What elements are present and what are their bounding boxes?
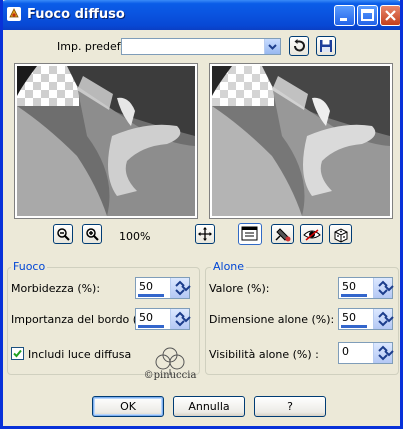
edge-preset-arrow-icon[interactable]: [180, 312, 192, 326]
maximize-button[interactable]: [357, 5, 378, 26]
save-preset-button[interactable]: [316, 36, 336, 56]
watermark-text: ©pinuccia: [144, 370, 197, 381]
floppy-disk-icon: [320, 40, 332, 52]
zoom-in-icon: [86, 228, 99, 241]
softness-slider-bar[interactable]: [138, 294, 164, 297]
alone-group-title: Alone: [211, 260, 247, 273]
close-icon: [385, 10, 396, 21]
random-settings-button[interactable]: [329, 224, 352, 244]
cancel-button[interactable]: Annulla: [173, 396, 245, 417]
halo-value-preset-arrow-icon[interactable]: [383, 281, 395, 295]
edge-value: 50: [139, 311, 153, 324]
softness-value: 50: [139, 280, 153, 293]
halo-visibility-label: Visibilità alone (%) :: [209, 348, 319, 361]
checkmark-icon: [13, 349, 22, 358]
edge-slider-bar[interactable]: [138, 325, 164, 328]
title-bar[interactable]: Fuoco diffuso: [3, 0, 400, 30]
halo-visibility-preset-arrow-icon[interactable]: [383, 346, 395, 360]
reset-preset-button[interactable]: [289, 36, 309, 56]
result-preview-image: [212, 66, 390, 216]
dialog-window: Fuoco diffuso Imp. predef.: 100% Fuoco M…: [0, 0, 403, 429]
original-preview[interactable]: [14, 63, 198, 219]
softness-label: Morbidezza (%):: [11, 282, 101, 295]
edge-label: Importanza del bordo (%):: [11, 313, 156, 326]
softness-preset-arrow-icon[interactable]: [180, 281, 192, 295]
preview-list-icon: [241, 226, 258, 241]
undo-arrow-icon: [294, 39, 305, 52]
presets-label: Imp. predef.:: [57, 40, 127, 53]
eye-icon: [303, 229, 321, 241]
watermark-logo: ©pinuccia: [144, 347, 197, 381]
halo-size-preset-arrow-icon[interactable]: [383, 312, 395, 326]
dice-icon: [334, 228, 348, 243]
close-button[interactable]: [380, 5, 400, 26]
presets-dropdown[interactable]: [121, 38, 281, 55]
halo-value-label: Valore (%):: [209, 282, 270, 295]
preview-on-image-button[interactable]: [300, 224, 323, 244]
include-diffuse-label[interactable]: Includi luce diffusa: [28, 348, 131, 361]
maximize-icon: [361, 9, 374, 21]
chevron-down-icon: [268, 44, 277, 50]
minimize-button[interactable]: [334, 5, 355, 26]
halo-size-value: 50: [342, 311, 356, 324]
halo-value: 50: [342, 280, 356, 293]
zoom-out-button[interactable]: [53, 224, 73, 244]
ok-button[interactable]: OK: [92, 396, 164, 417]
randomize-button[interactable]: [271, 224, 294, 244]
minimize-icon: [340, 18, 347, 21]
halo-value-slider-bar[interactable]: [341, 294, 367, 297]
help-button[interactable]: ?: [254, 396, 326, 417]
eye-dropper-icon: [275, 228, 291, 242]
app-icon: [7, 7, 21, 21]
zoom-level: 100%: [119, 230, 151, 243]
result-preview[interactable]: [209, 63, 393, 219]
pan-button[interactable]: [195, 224, 215, 244]
halo-size-slider-bar[interactable]: [341, 325, 367, 328]
halo-visibility-value: 0: [342, 345, 349, 358]
original-preview-image: [17, 66, 195, 216]
include-diffuse-checkbox[interactable]: [11, 347, 24, 360]
window-title: Fuoco diffuso: [27, 7, 125, 22]
zoom-out-icon: [57, 228, 70, 241]
move-arrows-icon: [198, 227, 212, 241]
fuoco-group-title: Fuoco: [11, 260, 48, 273]
halo-size-label: Dimensione alone (%):: [209, 313, 335, 326]
preview-toggle-button[interactable]: [238, 223, 262, 245]
zoom-in-button[interactable]: [82, 224, 102, 244]
presets-dropdown-arrow[interactable]: [264, 39, 280, 54]
